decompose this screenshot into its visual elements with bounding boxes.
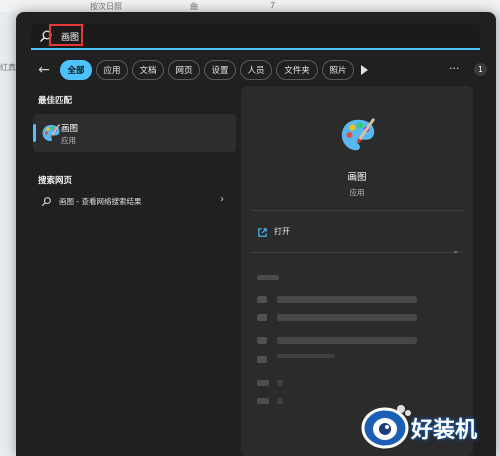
selection-indicator	[33, 124, 36, 142]
web-search-heading: 搜索网页	[38, 176, 73, 186]
recent-file-icon	[257, 314, 267, 321]
web-search-label: 画图 - 查看网络搜索结果	[59, 197, 142, 206]
paint-app-icon	[42, 124, 60, 141]
recent-file-item[interactable]	[277, 354, 335, 358]
watermark-text: 好装机	[411, 418, 478, 443]
paint-app-icon	[341, 118, 375, 151]
watermark-logo: 好装机	[355, 398, 495, 454]
divider	[251, 210, 463, 211]
filter-chip-apps[interactable]: 应用	[96, 60, 128, 80]
recent-file-icon	[257, 398, 269, 404]
recent-file-item[interactable]	[277, 296, 417, 303]
web-search-result[interactable]: 画图 - 查看网络搜索结果 ›	[33, 192, 236, 212]
search-icon	[42, 197, 51, 206]
filter-chip-photos[interactable]: 照片	[322, 60, 354, 80]
scroll-right-icon[interactable]	[361, 65, 368, 75]
more-options-button[interactable]: ···	[449, 60, 460, 78]
recent-file-item[interactable]	[277, 337, 417, 344]
filter-chip-folders[interactable]: 文件夹	[276, 60, 318, 80]
filter-chip-documents[interactable]: 文档	[132, 60, 164, 80]
recent-file-item[interactable]	[277, 380, 283, 386]
best-match-type: 应用	[61, 136, 76, 145]
recent-file-icon	[257, 380, 269, 386]
best-match-name: 画图	[61, 124, 79, 134]
recent-file-icon	[257, 337, 267, 344]
background-tabbar	[0, 0, 500, 12]
filter-chip-settings[interactable]: 设置	[204, 60, 236, 80]
background-tab: 按次日照	[90, 2, 122, 11]
back-arrow-icon[interactable]: ←	[35, 60, 53, 80]
recent-file-icon	[257, 356, 267, 363]
filter-bar: ← 全部 应用 文档 网页 设置 人员 文件夹 照片 ··· 1	[31, 60, 487, 80]
background-tab: 7	[270, 1, 276, 10]
results-list: 最佳匹配 画图 应用 搜索网页 画图 - 查看网络搜索结果 ›	[31, 92, 236, 452]
mascot-icon	[361, 405, 411, 449]
divider	[251, 252, 463, 253]
preview-app-name: 画图	[347, 172, 367, 183]
search-bar[interactable]	[31, 24, 480, 50]
filter-chip-people[interactable]: 人员	[240, 60, 272, 80]
filter-chip-web[interactable]: 网页	[168, 60, 200, 80]
open-external-icon	[258, 228, 267, 237]
preview-app-type: 应用	[349, 188, 365, 197]
background-tab: 曲	[190, 2, 198, 11]
chevron-down-icon[interactable]: ⌄	[452, 246, 460, 256]
highlight-annotation-box	[49, 24, 83, 46]
recent-file-item[interactable]	[277, 314, 417, 321]
recent-file-item[interactable]	[277, 398, 283, 404]
filter-chip-all[interactable]: 全部	[60, 60, 92, 80]
best-match-heading: 最佳匹配	[38, 96, 73, 106]
start-search-window: ← 全部 应用 文档 网页 设置 人员 文件夹 照片 ··· 1 最佳匹配 画图…	[16, 12, 496, 456]
background-text-fragment: 红真	[0, 63, 16, 72]
recent-file-icon	[257, 296, 267, 303]
chevron-right-icon[interactable]: ›	[220, 194, 224, 205]
recent-section-heading	[257, 275, 279, 280]
open-action-label: 打开	[274, 227, 290, 236]
best-match-item[interactable]: 画图 应用	[33, 114, 236, 152]
notification-badge[interactable]: 1	[474, 63, 487, 76]
search-input[interactable]	[61, 26, 461, 46]
